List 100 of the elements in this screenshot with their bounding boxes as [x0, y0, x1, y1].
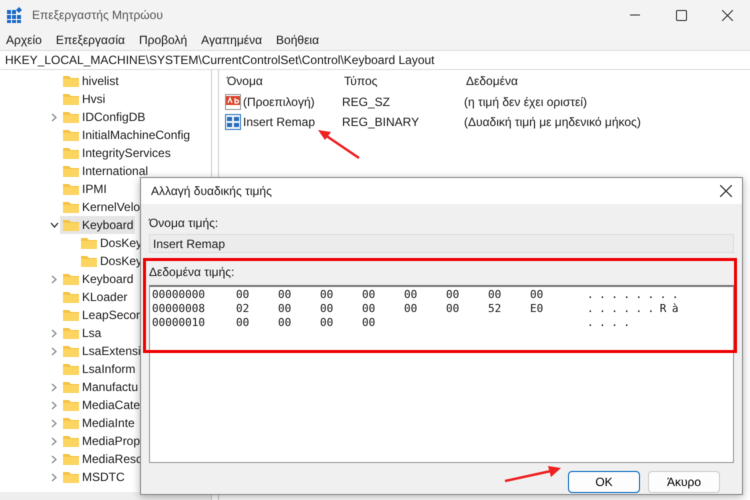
- maximize-button[interactable]: [676, 10, 686, 20]
- tree-item[interactable]: Keyboard: [60, 216, 136, 234]
- hex-byte: 00: [278, 286, 292, 303]
- folder-icon: [62, 290, 80, 304]
- window-title: Επεξεργαστής Μητρώου: [32, 7, 163, 24]
- column-header[interactable]: Δεδομένα: [466, 72, 518, 90]
- arrow: [503, 464, 563, 484]
- hex-byte: 52: [488, 300, 502, 317]
- tree-item[interactable]: MSDTC: [60, 468, 127, 486]
- hex-byte: 00: [278, 314, 292, 331]
- hex-address: 00000000: [152, 286, 206, 303]
- hex-byte: 00: [404, 300, 418, 317]
- folder-icon: [62, 362, 80, 376]
- folder-icon: [62, 308, 80, 322]
- binary-value-icon: [225, 114, 241, 130]
- folder-icon: [62, 128, 80, 142]
- folder-icon: [80, 254, 98, 268]
- folder-icon: [80, 236, 98, 250]
- tree-item[interactable]: MediaInte: [60, 414, 137, 432]
- collapse-icon[interactable]: [48, 222, 60, 228]
- value-data: (Δυαδική τιμή με μηδενικό μήκος): [464, 114, 641, 131]
- ascii-text: ......Rà: [587, 300, 684, 317]
- hex-byte: 00: [320, 300, 334, 317]
- menu-item[interactable]: Βοήθεια: [276, 31, 320, 49]
- folder-icon: [62, 74, 80, 88]
- folder-icon: [62, 182, 80, 196]
- app-icon: [6, 6, 24, 24]
- folder-icon: [62, 200, 80, 214]
- tree-item[interactable]: KernelVelo: [60, 198, 142, 216]
- ascii-text: ........: [587, 286, 684, 303]
- hex-byte: 00: [236, 286, 250, 303]
- hex-byte: 00: [446, 300, 460, 317]
- hex-byte: 00: [362, 314, 376, 331]
- close-button[interactable]: [722, 10, 732, 20]
- field-label: Όνομα τιμής:: [149, 216, 218, 230]
- hex-byte: 00: [404, 286, 418, 303]
- folder-icon: [62, 434, 80, 448]
- tree-item[interactable]: International: [60, 162, 150, 180]
- tree-item[interactable]: LsaInform: [60, 360, 138, 378]
- tree-item[interactable]: IntegrityServices: [60, 144, 173, 162]
- folder-icon: [62, 326, 80, 340]
- tree-item[interactable]: hivelist: [60, 72, 121, 90]
- folder-icon: [62, 380, 80, 394]
- close-icon[interactable]: [720, 185, 732, 197]
- folder-icon: [62, 416, 80, 430]
- tree-item[interactable]: Manufactu: [60, 378, 140, 396]
- tree-item[interactable]: InitialMachineConfig: [60, 126, 192, 144]
- folder-icon: [62, 146, 80, 160]
- hex-byte: 02: [236, 300, 250, 317]
- tree-item[interactable]: Lsa: [60, 324, 104, 342]
- hex-byte: 00: [236, 314, 250, 331]
- folder-icon: [62, 452, 80, 466]
- menu-item[interactable]: Αγαπημένα: [201, 31, 262, 49]
- hex-byte: 00: [320, 286, 334, 303]
- tree-item[interactable]: LeapSecor: [60, 306, 142, 324]
- column-header[interactable]: Τύπος: [344, 72, 466, 90]
- menu-item[interactable]: Προβολή: [138, 31, 188, 49]
- folder-icon: [62, 92, 80, 106]
- hex-byte: 00: [362, 300, 376, 317]
- tree-item[interactable]: MediaProp: [60, 432, 142, 450]
- folder-icon: [62, 398, 80, 412]
- value-name-field[interactable]: Insert Remap: [149, 234, 734, 253]
- tree-item[interactable]: MediaResc: [60, 450, 144, 468]
- menu-item[interactable]: Αρχείο: [6, 31, 42, 49]
- hex-editor[interactable]: 00000000 00 00 00 00 00 00 00 00 ........ 00000008 02 00 00 00 00 00 52 E0 ......Rà 00000010 00 00 00 00 ....: [149, 285, 734, 463]
- folder-icon: [62, 272, 80, 286]
- string-value-icon: [225, 94, 241, 110]
- menu-item[interactable]: Επεξεργασία: [56, 31, 125, 49]
- hex-byte: E0: [530, 300, 544, 317]
- tree-item[interactable]: LsaExtensi: [60, 342, 143, 360]
- field-label: Δεδομένα τιμής:: [149, 265, 234, 279]
- hex-byte: 00: [362, 286, 376, 303]
- tree-item[interactable]: MediaCate: [60, 396, 142, 414]
- hex-byte: 00: [446, 286, 460, 303]
- hex-address: 00000010: [152, 314, 206, 331]
- folder-icon: [62, 110, 80, 124]
- address-bar[interactable]: HKEY_LOCAL_MACHINE\SYSTEM\CurrentControlSet\Control\Keyboard Layout: [5, 51, 435, 69]
- cancel-button[interactable]: Άκυρο: [648, 471, 720, 493]
- value-name[interactable]: (Προεπιλογή): [243, 93, 315, 111]
- folder-icon: [62, 470, 80, 484]
- tree-item[interactable]: IDConfigDB: [60, 108, 148, 126]
- folder-icon: [62, 164, 80, 178]
- folder-icon: [62, 344, 80, 358]
- column-header[interactable]: Όνομα: [227, 72, 344, 90]
- tree-item[interactable]: Hvsi: [60, 90, 108, 108]
- value-data: (η τιμή δεν έχει οριστεί): [464, 94, 588, 111]
- value-type: REG_BINARY: [342, 114, 420, 131]
- hex-byte: 00: [488, 286, 502, 303]
- dialog-title: Αλλαγή δυαδικής τιμής: [151, 183, 272, 200]
- hex-byte: 00: [530, 286, 544, 303]
- hex-address: 00000008: [152, 300, 206, 317]
- hex-byte: 00: [320, 314, 334, 331]
- tree-item[interactable]: IPMI: [60, 180, 109, 198]
- tree-item[interactable]: Keyboard: [60, 270, 136, 288]
- value-type: REG_SZ: [342, 94, 392, 111]
- tree-item[interactable]: KLoader: [60, 288, 130, 306]
- tree-item[interactable]: DosKey: [80, 252, 144, 270]
- tree-item[interactable]: DosKey: [80, 234, 144, 252]
- value-name[interactable]: Insert Remap: [243, 113, 316, 131]
- ok-button[interactable]: OK: [568, 471, 640, 493]
